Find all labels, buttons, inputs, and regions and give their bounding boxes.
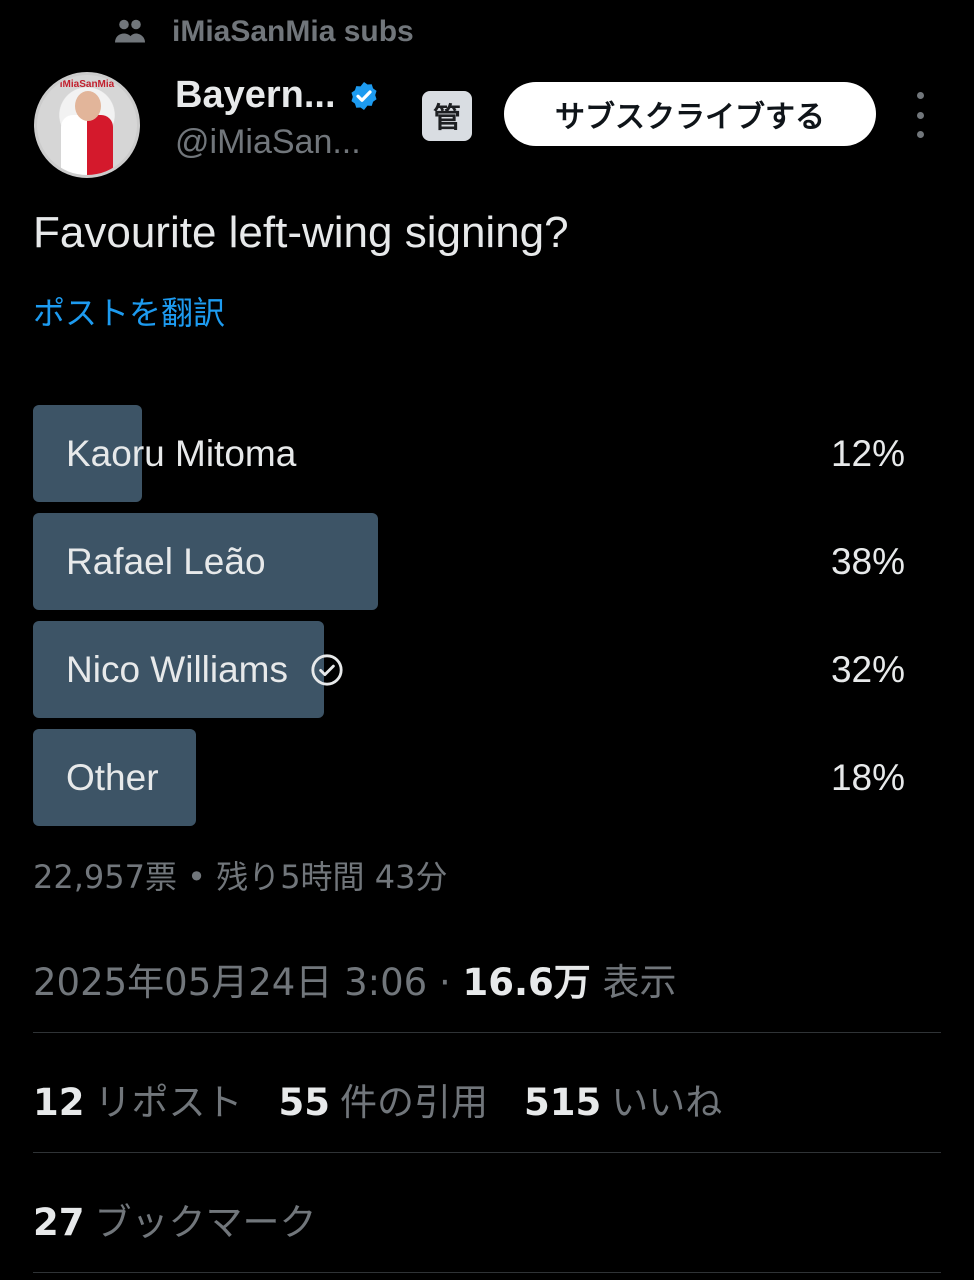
poll-option-percent: 38% [830, 540, 905, 582]
poll-option[interactable]: Other 18% [33, 729, 905, 826]
bookmarks-stat[interactable]: 27 ブックマーク [33, 1192, 317, 1246]
engagement-stats: 12 リポスト 55 件の引用 515 いいね [33, 1072, 758, 1126]
poll-option[interactable]: Nico Williams 32% [33, 621, 905, 718]
author-display-name[interactable]: Bayern... [175, 74, 336, 117]
poll-option-label: Rafael Leão [66, 540, 266, 582]
reposts-stat[interactable]: 12 リポスト [33, 1072, 243, 1126]
poll-option-percent: 18% [830, 756, 905, 798]
admin-badge: 管 [422, 91, 472, 141]
translate-post-link[interactable]: ポストを翻訳 [33, 288, 225, 334]
poll-option[interactable]: Kaoru Mitoma 12% [33, 405, 905, 502]
views-count: 16.6万 [462, 961, 591, 1004]
more-options-icon[interactable] [906, 92, 934, 138]
avatar[interactable]: iMiaSanMia [34, 72, 140, 178]
author-handle[interactable]: @iMiaSan... [175, 123, 380, 162]
voted-check-icon [311, 653, 343, 686]
divider [33, 1032, 941, 1033]
poll-option-label: Kaoru Mitoma [66, 432, 297, 474]
poll-option-label: Nico Williams [66, 621, 344, 718]
poll-option-percent: 32% [830, 648, 905, 690]
context-header[interactable]: iMiaSanMia subs [112, 10, 414, 54]
divider [33, 1272, 941, 1273]
author-block[interactable]: Bayern... @iMiaSan... [175, 74, 380, 162]
avatar-shirt [61, 115, 113, 175]
likes-stat[interactable]: 515 いいね [524, 1072, 722, 1126]
views-label: 表示 [602, 961, 677, 1004]
poll-option-percent: 12% [830, 432, 905, 474]
tweet-text: Favourite left-wing signing? [33, 208, 569, 257]
timestamp-line: 2025年05月24日 3:06 · 16.6万 表示 [33, 952, 677, 1006]
subscribe-button[interactable]: サブスクライブする [504, 82, 876, 146]
author-name-row: Bayern... [175, 74, 380, 117]
poll-meta: 22,957票 • 残り5時間 43分 [33, 858, 448, 896]
poll-option-label: Other [66, 756, 159, 798]
separator: · [438, 961, 451, 1004]
verified-badge-icon [350, 81, 377, 110]
post-date[interactable]: 2025年05月24日 3:06 [33, 961, 427, 1004]
avatar-head [75, 91, 101, 121]
quotes-stat[interactable]: 55 件の引用 [279, 1072, 489, 1126]
context-text: iMiaSanMia subs [172, 15, 414, 48]
divider [33, 1152, 941, 1153]
people-icon [115, 19, 145, 43]
poll-option[interactable]: Rafael Leão 38% [33, 513, 905, 610]
avatar-ring-text: iMiaSanMia [59, 79, 115, 90]
